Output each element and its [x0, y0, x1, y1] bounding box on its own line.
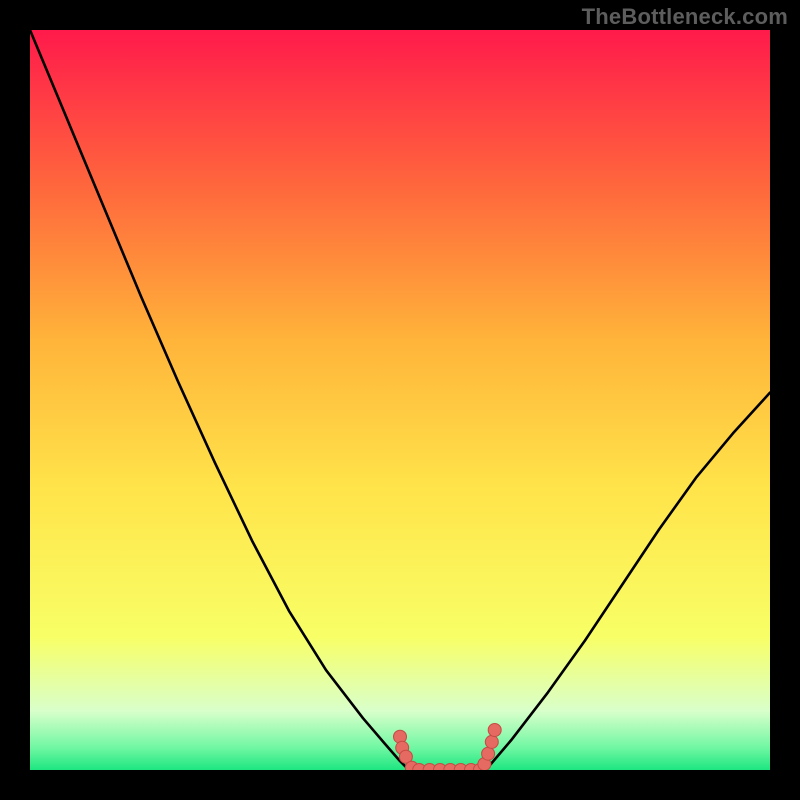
chart-plot [30, 30, 770, 770]
marker-dot [482, 747, 495, 760]
chart-frame: TheBottleneck.com [0, 0, 800, 800]
gradient-background [30, 30, 770, 770]
marker-dot [488, 724, 501, 737]
watermark-label: TheBottleneck.com [582, 4, 788, 30]
marker-dot [485, 735, 498, 748]
